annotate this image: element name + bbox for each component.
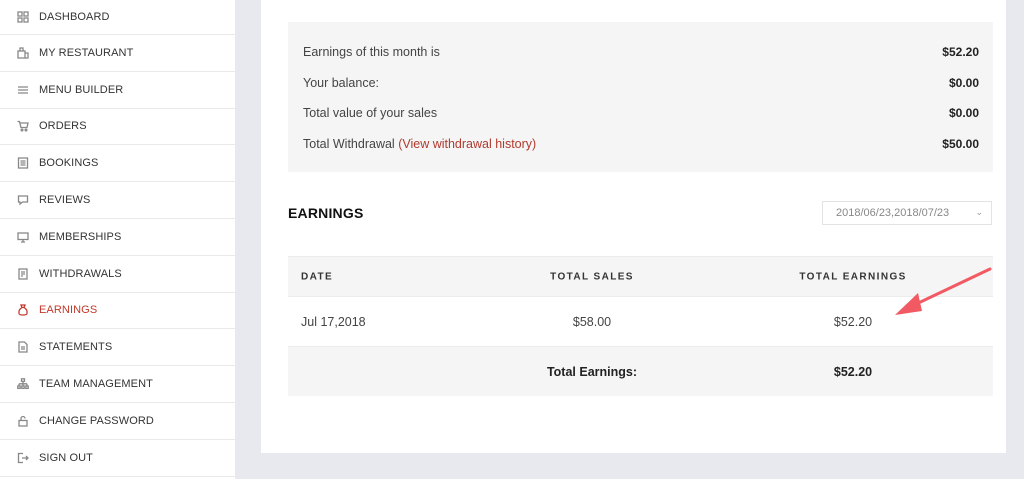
- summary-sales-value: $0.00: [948, 106, 979, 120]
- sidebar-item-change-password[interactable]: CHANGE PASSWORD: [0, 403, 235, 440]
- sidebar-item-withdrawals[interactable]: WITHDRAWALS: [0, 256, 235, 293]
- sign-out-icon: [17, 452, 29, 464]
- sidebar-item-label: BOOKINGS: [39, 157, 99, 170]
- sidebar-item-reviews[interactable]: REVIEWS: [0, 182, 235, 219]
- menu-lines-icon: [17, 84, 29, 96]
- comment-icon: [17, 194, 29, 206]
- sidebar-item-label: CHANGE PASSWORD: [39, 414, 154, 427]
- restaurant-icon: [17, 47, 29, 59]
- sidebar-item-sign-out[interactable]: SIGN OUT: [0, 440, 235, 477]
- column-header-date: DATE: [301, 271, 334, 282]
- sidebar-item-team-management[interactable]: TEAM MANAGEMENT: [0, 366, 235, 403]
- date-range-select[interactable]: 2018/06/23,2018/07/23 ⌄: [822, 201, 992, 225]
- sidebar-item-earnings[interactable]: EARNINGS: [0, 293, 235, 330]
- sidebar-item-label: SIGN OUT: [39, 451, 93, 464]
- cell-date: Jul 17,2018: [301, 314, 366, 329]
- receipt-icon: [17, 268, 29, 280]
- lock-icon: [17, 415, 29, 427]
- table-row: Jul 17,2018 $58.00 $52.20: [288, 296, 993, 346]
- summary-withdrawal-row: Total Withdrawal (View withdrawal histor…: [303, 134, 979, 154]
- sidebar-item-menu-builder[interactable]: MENU BUILDER: [0, 72, 235, 109]
- sidebar-item-dashboard[interactable]: DASHBOARD: [0, 0, 235, 35]
- cart-icon: [17, 120, 29, 133]
- earnings-table: DATE TOTAL SALES TOTAL EARNINGS Jul 17,2…: [288, 256, 993, 396]
- view-withdrawal-history-link[interactable]: (View withdrawal history): [398, 137, 536, 151]
- summary-sales-label: Total value of your sales: [303, 106, 438, 120]
- sidebar-item-label: STATEMENTS: [39, 341, 113, 354]
- sidebar-item-label: MENU BUILDER: [39, 83, 124, 96]
- org-chart-icon: [17, 378, 29, 390]
- summary-withdrawal-value: $50.00: [942, 137, 979, 151]
- sidebar-item-label: WITHDRAWALS: [39, 267, 122, 280]
- sidebar-item-my-restaurant[interactable]: MY RESTAURANT: [0, 35, 235, 72]
- sidebar-item-label: DASHBOARD: [39, 11, 110, 23]
- date-range-value: 2018/06/23,2018/07/23: [836, 207, 950, 219]
- monitor-icon: [17, 231, 29, 243]
- annotation-arrow-icon: [895, 267, 992, 315]
- summary-balance-label: Your balance:: [303, 76, 379, 90]
- sidebar-item-label: REVIEWS: [39, 194, 91, 207]
- sidebar-nav: DASHBOARD MY RESTAURANT MENU BUILDER ORD…: [0, 0, 235, 479]
- sidebar-item-bookings[interactable]: BOOKINGS: [0, 145, 235, 183]
- statement-icon: [17, 341, 29, 353]
- summary-balance-row: Your balance: $0.00: [303, 73, 979, 93]
- sidebar-item-label: MEMBERSHIPS: [39, 230, 122, 243]
- table-footer: Total Earnings: $52.20: [288, 346, 993, 396]
- earnings-card: Earnings of this month is $52.20 Your ba…: [261, 0, 1006, 453]
- summary-sales-row: Total value of your sales $0.00: [303, 103, 979, 123]
- table-header: DATE TOTAL SALES TOTAL EARNINGS: [288, 256, 993, 296]
- sidebar-item-label: MY RESTAURANT: [39, 46, 134, 59]
- summary-balance-value: $0.00: [948, 76, 979, 90]
- chevron-down-icon: ⌄: [975, 207, 983, 217]
- dashboard-icon: [17, 11, 29, 23]
- summary-withdrawal-label: Total Withdrawal: [303, 137, 395, 151]
- summary-month-label: Earnings of this month is: [303, 45, 440, 59]
- document-icon: [17, 157, 29, 169]
- sidebar-item-label: TEAM MANAGEMENT: [39, 378, 153, 391]
- sidebar-item-orders[interactable]: ORDERS: [0, 109, 235, 146]
- sidebar-item-label: EARNINGS: [39, 304, 98, 317]
- sidebar-item-label: ORDERS: [39, 120, 87, 133]
- earnings-summary: Earnings of this month is $52.20 Your ba…: [288, 22, 993, 172]
- summary-month-value: $52.20: [942, 45, 979, 59]
- sidebar-item-memberships[interactable]: MEMBERSHIPS: [0, 219, 235, 256]
- sidebar-item-statements[interactable]: STATEMENTS: [0, 329, 235, 367]
- money-bag-icon: [17, 304, 29, 317]
- earnings-title: EARNINGS: [288, 205, 364, 221]
- summary-month-row: Earnings of this month is $52.20: [303, 42, 979, 62]
